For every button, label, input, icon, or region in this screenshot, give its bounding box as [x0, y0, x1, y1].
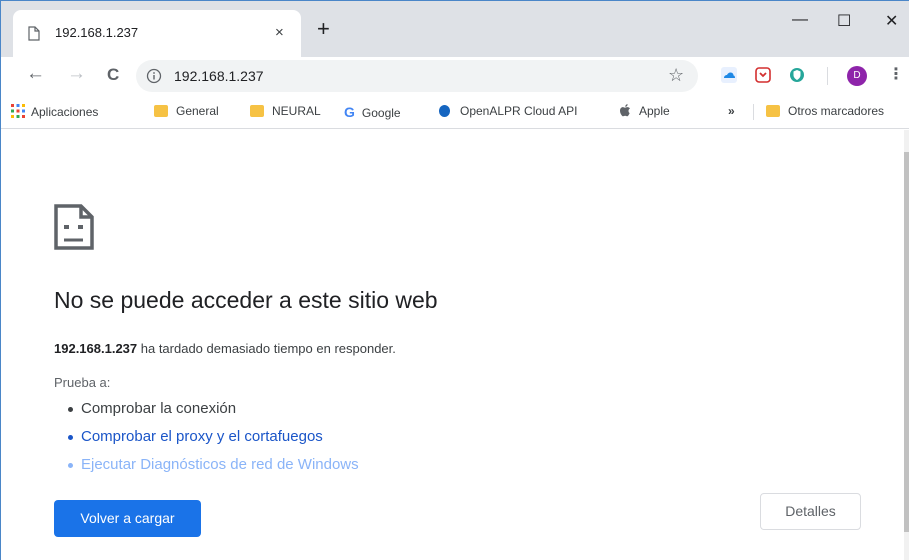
reload-page-button[interactable]: Volver a cargar: [54, 500, 201, 537]
google-icon: G: [344, 104, 355, 120]
address-bar[interactable]: 192.168.1.237 ☆: [136, 60, 698, 92]
error-message-text: ha tardado demasiado tiempo en responder…: [137, 341, 396, 356]
title-bar: 192.168.1.237 × + — ☐ ✕: [1, 1, 909, 57]
bookmark-label: OpenALPR Cloud API: [460, 104, 578, 118]
apps-grid-icon: [11, 104, 25, 121]
scrollbar[interactable]: [904, 130, 909, 560]
bookmark-label: Google: [361, 106, 401, 120]
bookmark-label: Otros marcadores: [788, 104, 885, 118]
folder-icon: [766, 105, 780, 117]
maximize-button[interactable]: ☐: [837, 11, 851, 31]
error-title: No se puede acceder a este sitio web: [54, 287, 438, 313]
bookmark-label: NEURAL: [272, 104, 321, 118]
bookmark-openalpr[interactable]: OpenALPR Cloud API: [439, 104, 577, 118]
browser-window: 192.168.1.237 × + — ☐ ✕ ← → C 192.168.1.…: [0, 0, 909, 560]
folder-icon: [154, 105, 168, 117]
bookmark-google[interactable]: G Google: [344, 104, 401, 120]
new-tab-button[interactable]: +: [317, 18, 330, 40]
bookmark-apps[interactable]: Aplicaciones: [11, 104, 98, 121]
shield-extension-icon[interactable]: [789, 67, 805, 88]
minimize-button[interactable]: —: [792, 11, 808, 29]
bookmark-label: Apple: [639, 104, 670, 118]
bookmark-label: General: [176, 104, 219, 118]
error-page: No se puede acceder a este sitio web 192…: [1, 130, 904, 560]
bookmarks-bar: Aplicaciones General NEURAL G Google Open…: [1, 95, 909, 129]
suggestion-check-connection: Comprobar la conexión: [67, 400, 237, 417]
browser-tab[interactable]: 192.168.1.237 ×: [13, 10, 301, 57]
openalpr-icon: [439, 105, 450, 117]
error-host: 192.168.1.237: [54, 341, 138, 356]
details-button[interactable]: Detalles: [760, 493, 861, 530]
onedrive-extension-icon[interactable]: [721, 67, 737, 88]
toolbar: ← → C 192.168.1.237 ☆ D ⋮: [1, 57, 909, 95]
url-text: 192.168.1.237: [174, 68, 264, 84]
info-icon[interactable]: [146, 68, 162, 89]
apple-icon: [619, 104, 631, 120]
suggestion-run-diagnostics-link[interactable]: Ejecutar Diagnósticos de red de Windows: [68, 456, 359, 473]
close-window-button[interactable]: ✕: [885, 11, 898, 31]
error-message: 192.168.1.237 ha tardado demasiado tiemp…: [54, 341, 396, 356]
back-button[interactable]: ←: [26, 63, 45, 85]
menu-icon[interactable]: ⋮: [888, 64, 904, 84]
pocket-extension-icon[interactable]: [755, 67, 771, 88]
scrollbar-thumb[interactable]: [904, 152, 909, 532]
suggestion-check-proxy-link[interactable]: Comprobar el proxy y el cortafuegos: [68, 428, 323, 445]
forward-button[interactable]: →: [67, 63, 86, 85]
bookmarks-divider: [753, 104, 754, 120]
try-label: Prueba a:: [54, 375, 111, 390]
page-icon: [28, 26, 40, 46]
folder-icon: [250, 105, 264, 117]
bookmark-other[interactable]: Otros marcadores: [766, 104, 884, 118]
profile-avatar[interactable]: D: [847, 66, 867, 86]
tab-title: 192.168.1.237: [55, 25, 139, 40]
bookmark-star-icon[interactable]: ☆: [668, 65, 684, 86]
bookmark-apple[interactable]: Apple: [619, 104, 670, 120]
bookmark-neural[interactable]: NEURAL: [250, 104, 321, 118]
bookmark-apps-label: Aplicaciones: [31, 105, 99, 119]
sad-page-icon: [53, 203, 95, 256]
reload-button[interactable]: C: [107, 65, 119, 85]
tab-close-icon[interactable]: ×: [275, 24, 284, 41]
bookmarks-overflow-button[interactable]: »: [728, 104, 735, 118]
bookmark-general[interactable]: General: [154, 104, 219, 118]
toolbar-divider: [827, 67, 828, 85]
